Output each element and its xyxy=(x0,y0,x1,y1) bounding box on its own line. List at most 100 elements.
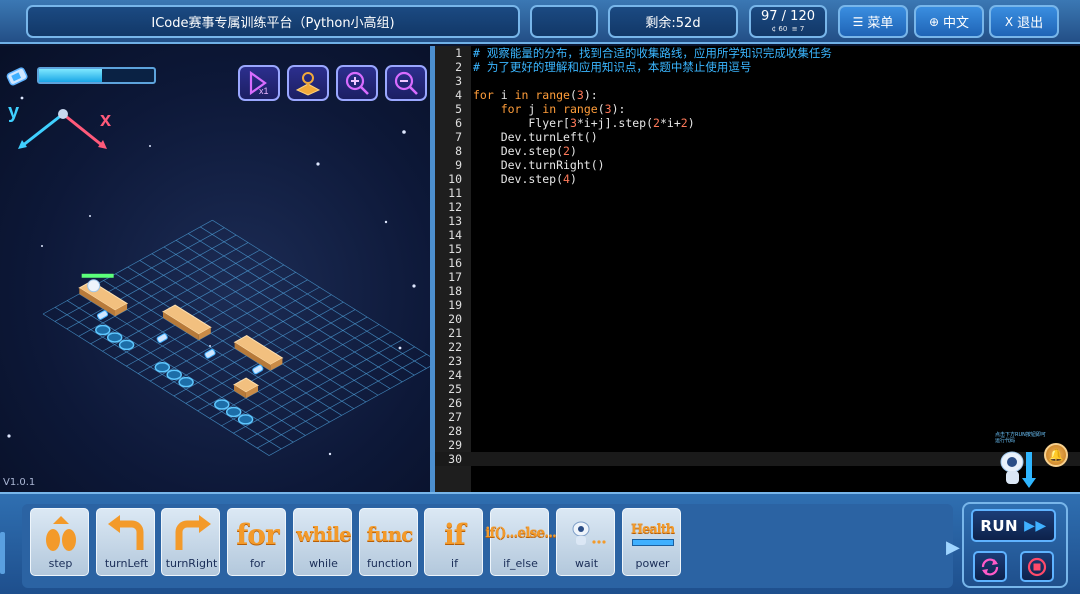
code-text[interactable]: for i in range(3): xyxy=(473,88,598,102)
exit-button[interactable]: X 退出 xyxy=(989,5,1059,38)
block-turnRight[interactable]: turnRight xyxy=(161,508,220,576)
block-word: if()...else... xyxy=(485,525,557,542)
code-line[interactable]: 30 xyxy=(435,452,1080,466)
language-button[interactable]: ⊕ 中文 xyxy=(914,5,984,38)
block-if[interactable]: if if xyxy=(424,508,483,576)
code-line[interactable]: 2 # 为了更好的理解和应用知识点，本题中禁止使用逗号 xyxy=(435,60,1080,74)
block-label: while xyxy=(309,557,338,570)
code-line[interactable]: 24 xyxy=(435,368,1080,382)
line-number: 13 xyxy=(448,214,462,228)
line-number: 21 xyxy=(448,326,462,340)
line-number: 29 xyxy=(448,438,462,452)
code-line[interactable]: 8 Dev.step(2) xyxy=(435,144,1080,158)
code-line[interactable]: 26 xyxy=(435,396,1080,410)
block-word: if xyxy=(444,517,466,551)
code-line[interactable]: 1 # 观察能量的分布，找到合适的收集路线，应用所学知识完成收集任务 xyxy=(435,46,1080,60)
block-for-icon: for xyxy=(228,512,287,556)
block-label: turnLeft xyxy=(104,557,149,570)
block-label: turnRight xyxy=(165,557,218,570)
line-number: 7 xyxy=(455,130,462,144)
chevron-right-icon[interactable]: ▶ xyxy=(946,537,960,558)
list-icon: ≡ xyxy=(791,25,798,33)
code-line[interactable]: 19 xyxy=(435,298,1080,312)
code-line[interactable]: 6 Flyer[3*i+j].step(2*i+2) xyxy=(435,116,1080,130)
line-number: 10 xyxy=(448,172,462,186)
block-word: func xyxy=(366,522,414,546)
block-function[interactable]: func function xyxy=(359,508,418,576)
code-text[interactable]: # 观察能量的分布，找到合适的收集路线，应用所学知识完成收集任务 xyxy=(473,46,832,60)
fast-forward-icon: ▶▶ xyxy=(1024,517,1047,534)
code-line[interactable]: 16 xyxy=(435,256,1080,270)
code-line[interactable]: 23 xyxy=(435,354,1080,368)
block-label: if xyxy=(451,557,458,570)
code-line[interactable]: 7 Dev.turnLeft() xyxy=(435,130,1080,144)
block-wait[interactable]: wait xyxy=(556,508,615,576)
zoom-in-button[interactable] xyxy=(336,65,378,101)
line-number: 16 xyxy=(448,256,462,270)
coin-icon: ¢ xyxy=(771,25,777,33)
robot-helper-icon[interactable] xyxy=(998,448,1036,490)
line-number: 27 xyxy=(448,410,462,424)
code-line[interactable]: 13 xyxy=(435,214,1080,228)
code-line[interactable]: 5 for j in range(3): xyxy=(435,102,1080,116)
code-line[interactable]: 18 xyxy=(435,284,1080,298)
block-power[interactable]: Health power xyxy=(622,508,681,576)
block-wait-icon xyxy=(557,512,616,556)
line-number: 12 xyxy=(448,200,462,214)
flyer-pad xyxy=(237,414,254,425)
block-step[interactable]: step xyxy=(30,508,89,576)
code-line[interactable]: 3 xyxy=(435,74,1080,88)
bell-icon[interactable]: 🔔 xyxy=(1044,443,1068,467)
code-line[interactable]: 9 Dev.turnRight() xyxy=(435,158,1080,172)
flyer-pad xyxy=(225,406,242,418)
zoom-out-button[interactable] xyxy=(385,65,427,101)
code-line[interactable]: 27 xyxy=(435,410,1080,424)
code-line[interactable]: 29 xyxy=(435,438,1080,452)
code-text[interactable]: Dev.step(2) xyxy=(473,144,577,158)
game-canvas[interactable]: x1 y x V1.0.1 xyxy=(0,46,430,492)
code-line[interactable]: 11 xyxy=(435,186,1080,200)
block-while[interactable]: while while xyxy=(293,508,352,576)
line-number: 20 xyxy=(448,312,462,326)
code-text[interactable]: Flyer[3*i+j].step(2*i+2) xyxy=(473,116,694,130)
code-line[interactable]: 14 xyxy=(435,228,1080,242)
code-line[interactable]: 4 for i in range(3): xyxy=(435,88,1080,102)
code-line[interactable]: 22 xyxy=(435,340,1080,354)
code-editor[interactable]: 1 # 观察能量的分布，找到合适的收集路线，应用所学知识完成收集任务 2 # 为了更好… xyxy=(435,46,1080,492)
code-line[interactable]: 25 xyxy=(435,382,1080,396)
tray-handle[interactable] xyxy=(0,532,5,574)
code-line[interactable]: 17 xyxy=(435,270,1080,284)
health-bar-icon xyxy=(631,539,674,546)
replay-speed-button[interactable]: x1 xyxy=(238,65,280,101)
code-text[interactable]: for j in range(3): xyxy=(473,102,626,116)
code-text[interactable]: Dev.step(4) xyxy=(473,172,577,186)
block-if_else[interactable]: if()...else... if_else xyxy=(485,508,557,576)
zoom-in-icon xyxy=(345,71,369,95)
code-line[interactable]: 12 xyxy=(435,200,1080,214)
block-word: for xyxy=(236,517,279,551)
language-label: 中文 xyxy=(943,16,970,31)
block-for[interactable]: for for xyxy=(227,508,286,576)
code-text[interactable]: Dev.turnLeft() xyxy=(473,130,598,144)
line-number: 3 xyxy=(455,74,462,88)
top-bar: ICode赛事专属训练平台（Python小高组) 剩余:52d 97 / 120… xyxy=(0,0,1080,44)
code-text[interactable]: # 为了更好的理解和应用知识点，本题中禁止使用逗号 xyxy=(473,60,751,74)
code-line[interactable]: 10 Dev.step(4) xyxy=(435,172,1080,186)
reset-button[interactable] xyxy=(973,551,1007,582)
code-line[interactable]: 28 xyxy=(435,424,1080,438)
platform-title: ICode赛事专属训练平台（Python小高组) xyxy=(26,5,520,38)
block-turnLeft[interactable]: turnLeft xyxy=(96,508,155,576)
map-view-icon xyxy=(295,72,321,96)
zoom-out-icon xyxy=(394,71,418,95)
block-label: function xyxy=(367,557,412,570)
map-view-button[interactable] xyxy=(287,65,329,101)
block-step-icon xyxy=(31,512,90,556)
code-text[interactable]: Dev.turnRight() xyxy=(473,158,605,172)
run-button[interactable]: RUN ▶▶ xyxy=(971,509,1056,542)
robot-tip-text: 点击下方RUN按钮即可运行代码 xyxy=(995,432,1046,444)
code-line[interactable]: 20 xyxy=(435,312,1080,326)
stop-button[interactable] xyxy=(1020,551,1054,582)
menu-button[interactable]: ☰ 菜单 xyxy=(838,5,908,38)
code-line[interactable]: 21 xyxy=(435,326,1080,340)
code-line[interactable]: 15 xyxy=(435,242,1080,256)
